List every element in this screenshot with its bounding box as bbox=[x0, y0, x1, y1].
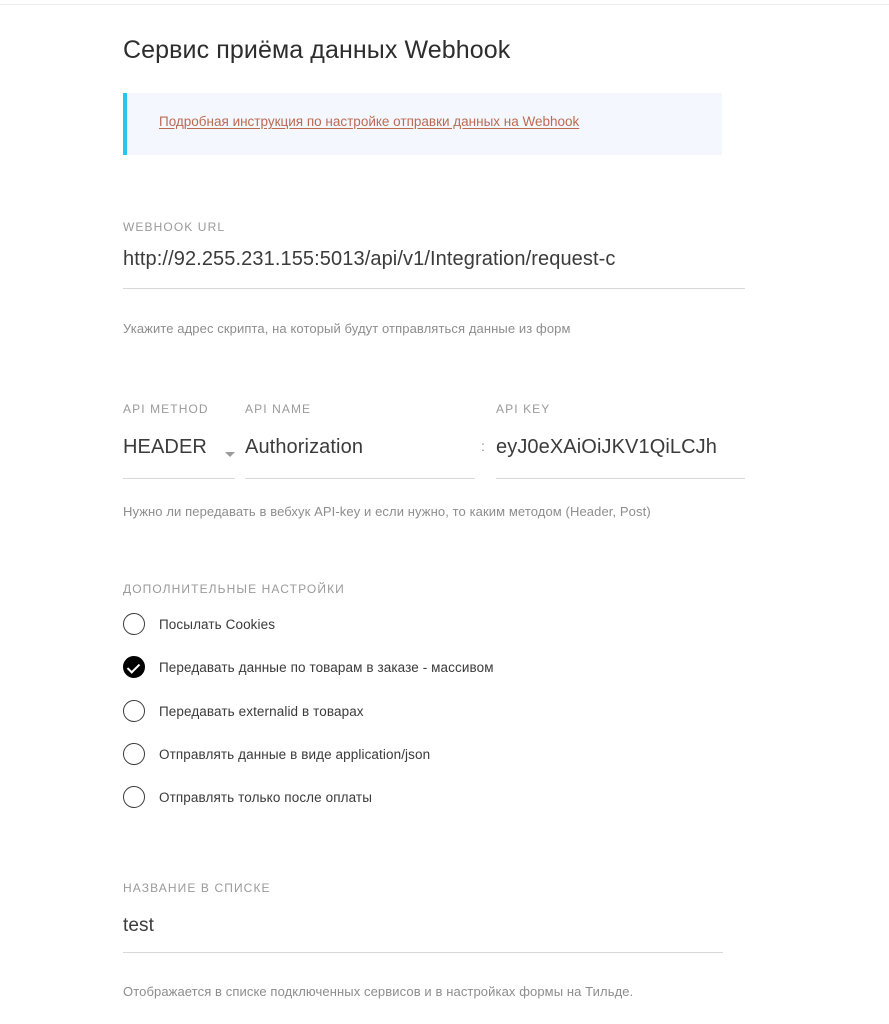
checkbox-label: Передавать данные по товарам в заказе - … bbox=[159, 659, 494, 675]
api-name-label: API NAME bbox=[245, 402, 312, 416]
info-banner: Подробная инструкция по настройке отправ… bbox=[123, 93, 722, 155]
checkbox-icon[interactable] bbox=[123, 743, 145, 765]
checkbox-icon[interactable] bbox=[123, 700, 145, 722]
webhook-url-label: WEBHOOK URL bbox=[123, 220, 226, 234]
api-help: Нужно ли передавать в вебхук API-key и е… bbox=[123, 504, 651, 519]
checkbox-label: Посылать Cookies bbox=[159, 616, 276, 632]
page-title: Сервис приёма данных Webhook bbox=[123, 36, 511, 64]
list-name-label: НАЗВАНИЕ В СПИСКЕ bbox=[123, 881, 271, 895]
extra-settings-label: ДОПОЛНИТЕЛЬНЫЕ НАСТРОЙКИ bbox=[123, 582, 345, 596]
checkbox-label: Передавать externalid в товарах bbox=[159, 703, 364, 719]
api-method-select[interactable]: HEADER bbox=[123, 436, 207, 459]
instruction-link[interactable]: Подробная инструкция по настройке отправ… bbox=[159, 114, 579, 129]
api-key-input[interactable]: eyJ0eXAiOiJKV1QiLCJh bbox=[496, 436, 746, 459]
api-key-underline bbox=[496, 478, 745, 479]
checkbox-icon[interactable] bbox=[123, 786, 145, 808]
checkbox-row-application-json[interactable]: Отправлять данные в виде application/jso… bbox=[123, 743, 430, 765]
form-content: Сервис приёма данных Webhook Подробная и… bbox=[123, 0, 883, 1024]
api-method-underline bbox=[123, 478, 235, 479]
list-name-help: Отображается в списке подключенных серви… bbox=[123, 984, 634, 999]
checkbox-checked-icon[interactable] bbox=[123, 656, 145, 678]
api-key-label: API KEY bbox=[496, 402, 551, 416]
webhook-url-input[interactable]: http://92.255.231.155:5013/api/v1/Integr… bbox=[123, 248, 735, 271]
checkbox-row-products-array[interactable]: Передавать данные по товарам в заказе - … bbox=[123, 656, 494, 678]
api-name-underline bbox=[245, 478, 475, 479]
api-name-input[interactable]: Authorization bbox=[245, 436, 363, 459]
checkbox-label: Отправлять данные в виде application/jso… bbox=[159, 746, 431, 762]
api-key-separator: : bbox=[481, 438, 485, 454]
api-method-label: API METHOD bbox=[123, 402, 209, 416]
checkbox-label: Отправлять только после оплаты bbox=[159, 789, 372, 805]
checkbox-row-cookies[interactable]: Посылать Cookies bbox=[123, 613, 275, 635]
webhook-url-help: Укажите адрес скрипта, на который будут … bbox=[123, 321, 571, 336]
list-name-underline bbox=[123, 952, 723, 953]
checkbox-row-externalid[interactable]: Передавать externalid в товарах bbox=[123, 700, 364, 722]
list-name-input[interactable]: test bbox=[123, 915, 154, 937]
webhook-settings-page: Сервис приёма данных Webhook Подробная и… bbox=[0, 0, 889, 1024]
checkbox-row-after-payment[interactable]: Отправлять только после оплаты bbox=[123, 786, 372, 808]
webhook-url-underline bbox=[123, 288, 745, 289]
checkbox-icon[interactable] bbox=[123, 613, 145, 635]
chevron-down-icon[interactable] bbox=[225, 452, 235, 457]
